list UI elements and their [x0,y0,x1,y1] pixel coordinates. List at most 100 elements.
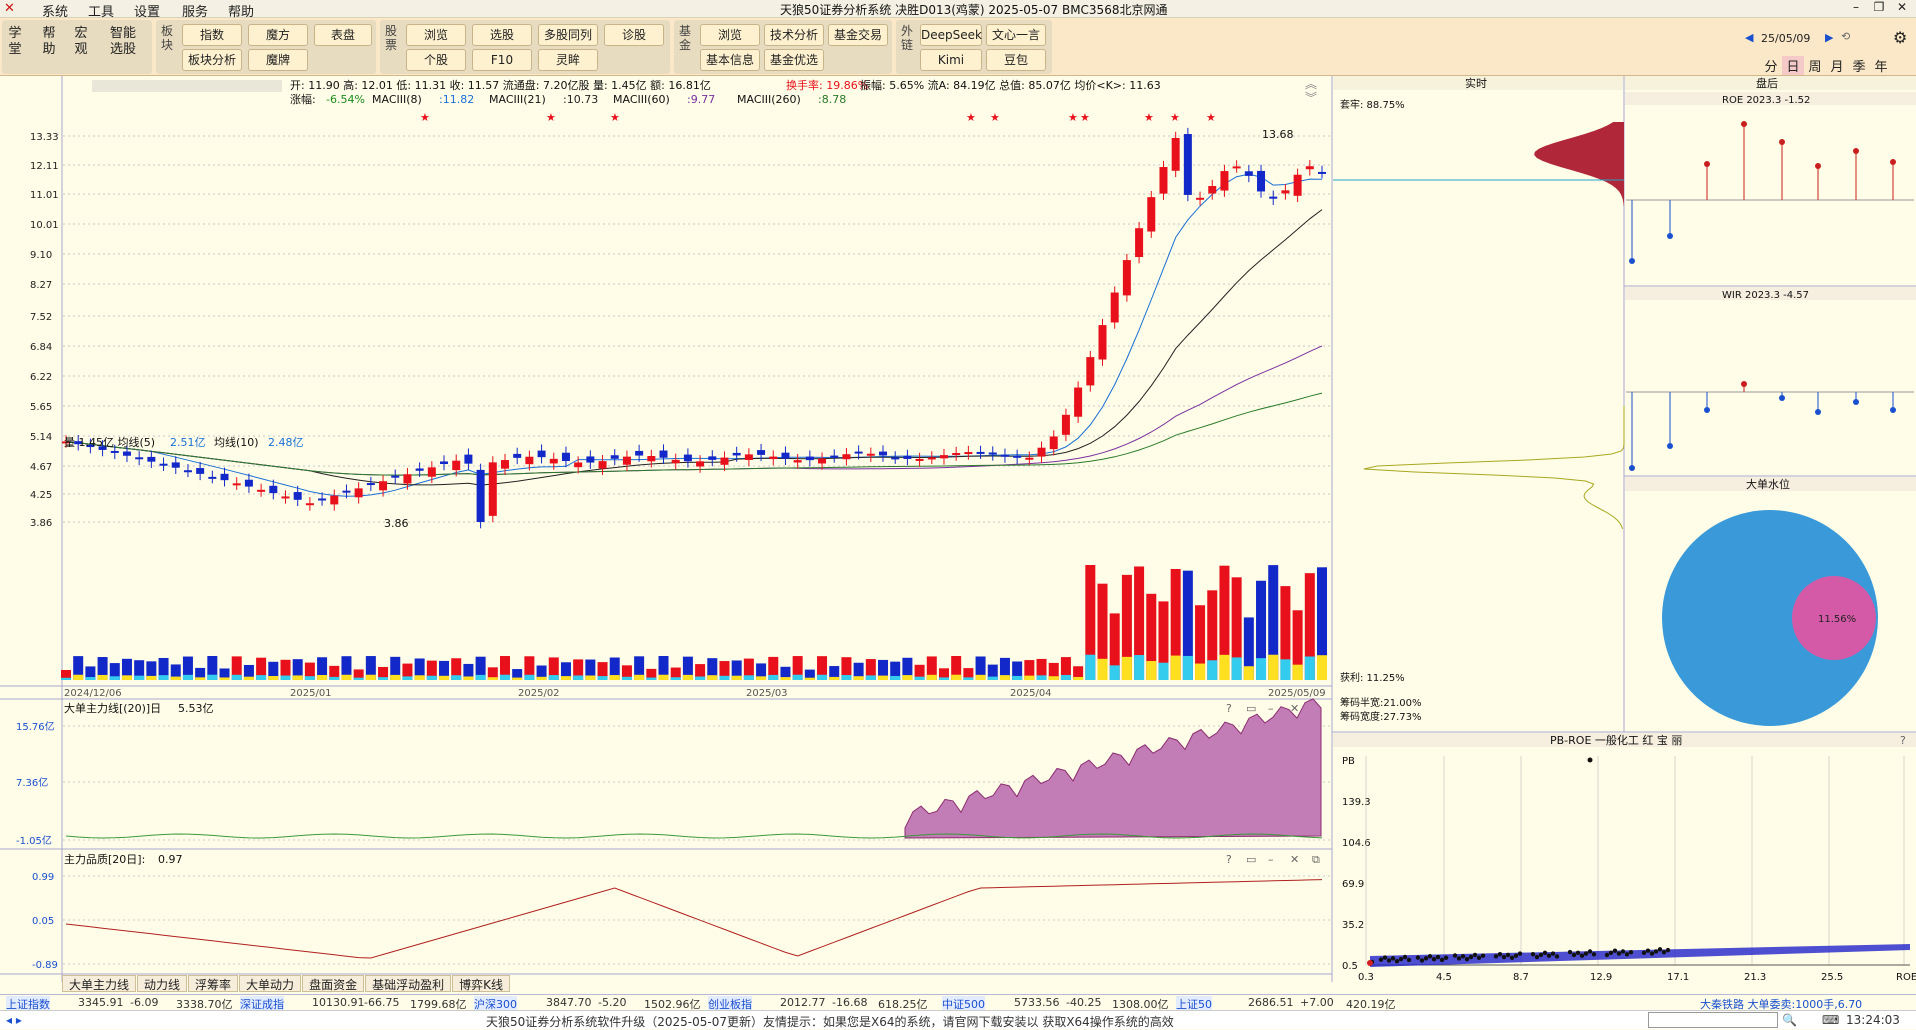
doubao-button[interactable]: 豆包 [986,49,1046,71]
volume-ma10-label: 均线(10) [214,435,259,449]
tab-big-order-line[interactable]: 大单主力线 [62,975,137,992]
price-tick: 11.01 [30,190,59,201]
prev-icon[interactable]: ◂ ▸ [6,1013,22,1027]
window-icon[interactable]: ▭ [1246,853,1256,866]
volume-ma5: 2.51亿 [170,436,206,449]
multi-stock-button[interactable]: 多股同列 [538,24,598,46]
volume-bar-sub [231,674,242,680]
period-minute[interactable]: 分 [1760,56,1782,75]
wenxin-button[interactable]: 文心一言 [986,24,1046,46]
f10-button[interactable]: F10 [472,49,532,71]
candle-body [793,460,802,463]
single-stock-button[interactable]: 个股 [406,49,466,71]
dashboard-button[interactable]: 表盘 [314,24,372,46]
chip-red [1534,122,1624,206]
minimize-button[interactable]: – [1845,0,1867,18]
index-value: 3345.91 [78,996,124,1009]
period-year[interactable]: 年 [1870,56,1892,75]
pb-point [1406,957,1412,963]
period-quarter[interactable]: 季 [1848,56,1870,75]
help-button[interactable]: 帮助 [42,26,56,58]
close-button[interactable]: ✕ [1891,0,1913,18]
roe-title: ROE 2023.3 -1.52 [1722,95,1810,106]
search-icon[interactable]: 🔍 [1782,1013,1797,1027]
tab-power-line[interactable]: 动力线 [137,975,188,992]
kimi-button[interactable]: Kimi [920,49,982,71]
volume-bar-sub [1243,666,1254,680]
period-month[interactable]: 月 [1826,56,1848,75]
tech-analysis-button[interactable]: 技术分析 [764,24,824,46]
pb-point [1460,954,1466,959]
fund-trade-button[interactable]: 基金交易 [828,24,888,46]
code-search-input[interactable] [1648,1012,1778,1028]
help-icon[interactable]: ? [1226,853,1232,866]
pb-point [1468,954,1474,960]
index-change: -40.25 [1066,996,1102,1009]
wir-dot [1890,407,1896,413]
chips-header[interactable]: 实时 [1465,76,1487,90]
tab-float-profit[interactable]: 基础浮动盈利 [365,975,452,992]
period-day[interactable]: 日 [1782,56,1804,75]
pb-point [1653,949,1659,954]
window-title: 天狼50证券分析系统 决胜D013(鸡蒙) 2025-05-07 BMC3568… [780,3,1168,17]
fund-browse-button[interactable]: 浏览 [700,24,760,46]
wir-dot [1629,465,1635,471]
lingmou-button[interactable]: 灵眸 [538,49,598,71]
magic-card-button[interactable]: 魔牌 [248,49,308,71]
index-value: 10130.91 [312,996,365,1009]
diagnose-button[interactable]: 诊股 [604,24,664,46]
candle-body [671,459,680,464]
volume-bar-sub [280,675,291,680]
date-tick: 2025/04 [1010,688,1052,699]
close-panel-icon[interactable]: ✕ [1290,853,1299,866]
chips-profit: 获利: 11.25% [1340,672,1405,684]
reset-icon[interactable]: ⟲ [1841,30,1850,43]
tab-float-chip[interactable]: 浮筹率 [188,975,239,992]
tab-game-kline[interactable]: 博弈K线 [452,975,510,992]
stock-group: 股票 浏览 选股 多股同列 诊股 个股 F10 灵眸 [380,20,670,74]
index-value: 2012.77 [780,996,826,1009]
after-hours-header[interactable]: 盘后 [1756,76,1778,90]
pb-roe-title: PB-ROE 一般化工 红 宝 丽 [1550,733,1682,747]
gear-icon[interactable]: ⚙ [1893,28,1907,47]
deepseek-button[interactable]: DeepSeek [920,24,982,46]
pb-point [1616,951,1622,956]
current-date[interactable]: 25/05/09 [1761,32,1810,45]
maximize-button[interactable]: ❐ [1868,0,1890,18]
price-tick: 5.14 [30,432,52,443]
candle-body [318,498,327,501]
school-button[interactable]: 学堂 [8,26,22,58]
volume-bar-sub [1231,657,1242,680]
keyboard-icon[interactable]: ⌨ [1822,1013,1839,1027]
next-date-icon[interactable]: ▶ [1825,31,1833,44]
cube-button[interactable]: 魔方 [248,24,308,46]
tab-market-fund[interactable]: 盘面资金 [302,975,365,992]
index-button[interactable]: 指数 [182,24,242,46]
help-icon[interactable]: ? [1226,702,1232,715]
index-change: +7.00 [1300,996,1334,1009]
quote-line: 开: 11.90 高: 12.01 低: 11.31 收: 11.57 流通盘:… [290,78,711,92]
stock-select-button[interactable]: 选股 [472,24,532,46]
block-analysis-button[interactable]: 板块分析 [182,49,242,71]
help-icon[interactable]: ? [1900,734,1906,747]
expand-icon[interactable]: ︾ [1305,91,1317,105]
volume-bar-sub [804,677,815,680]
window-icon[interactable]: ▭ [1246,702,1256,715]
fund-pick-button[interactable]: 基金优选 [764,49,824,71]
prev-date-icon[interactable]: ◀ [1745,31,1753,44]
app-logo-icon[interactable]: ✕ [4,1,15,16]
fund-info-button[interactable]: 基本信息 [700,49,760,71]
stock-browse-button[interactable]: 浏览 [406,24,466,46]
ma-legend-value: :10.73 [563,93,598,106]
minimize-panel-icon[interactable]: – [1268,702,1274,715]
collapse-icon[interactable]: ︽ [1305,77,1317,91]
candle-body [171,462,180,468]
volume-bar-sub [365,674,376,680]
macro-button[interactable]: 宏观 [74,26,88,58]
volume-bar-sub [1317,655,1327,680]
tab-big-order-power[interactable]: 大单动力 [239,975,302,992]
smart-select-button[interactable]: 智能选股 [106,26,140,58]
minimize-panel-icon[interactable]: – [1268,853,1274,866]
period-week[interactable]: 周 [1804,56,1826,75]
popout-icon[interactable]: ⧉ [1312,853,1320,866]
